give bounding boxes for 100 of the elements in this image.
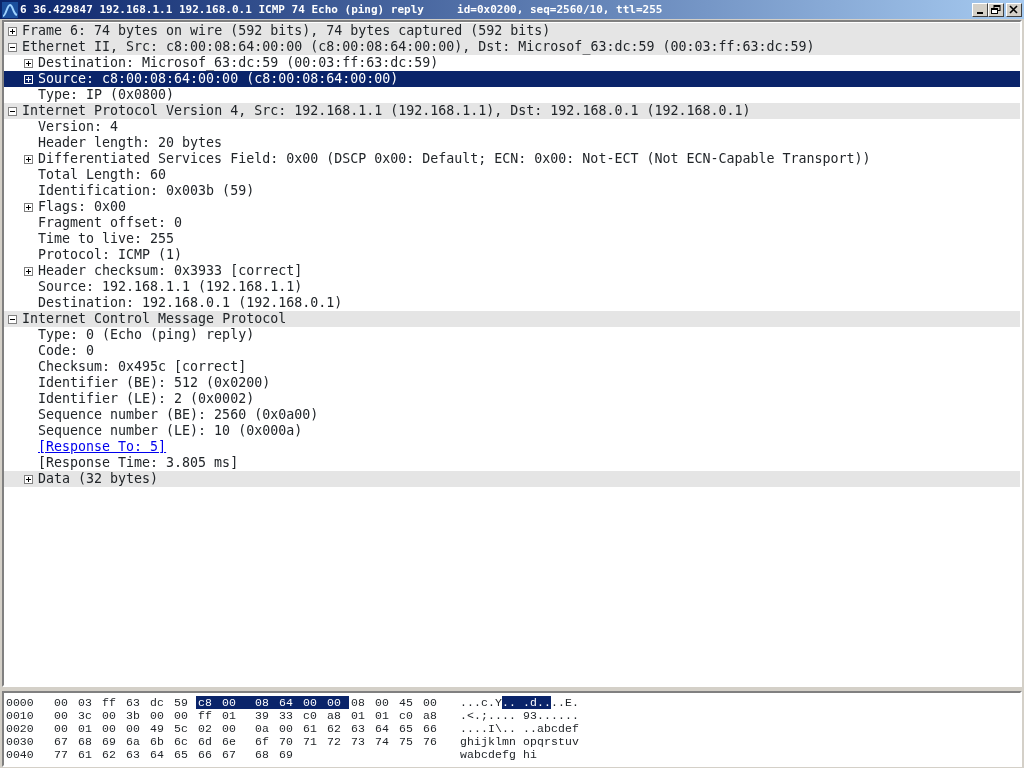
hex-byte[interactable]: 00 — [172, 709, 196, 722]
ascii-char[interactable]: d — [530, 696, 537, 709]
ascii-char[interactable]: E — [565, 696, 572, 709]
hex-byte[interactable]: 5c — [172, 722, 196, 735]
hex-byte[interactable]: 00 — [277, 722, 301, 735]
ascii-char[interactable]: . — [523, 696, 530, 709]
hex-byte[interactable]: 02 — [196, 722, 220, 735]
hex-byte[interactable]: 08 — [349, 696, 373, 709]
hex-byte[interactable]: 39 — [253, 709, 277, 722]
hex-byte[interactable]: 00 — [421, 696, 445, 709]
expand-icon[interactable] — [24, 474, 33, 484]
expand-icon[interactable] — [24, 202, 33, 212]
expand-icon[interactable] — [24, 58, 33, 68]
ascii-char[interactable]: q — [537, 735, 544, 748]
hex-byte[interactable]: 73 — [349, 735, 373, 748]
ascii-char[interactable]: . — [481, 722, 488, 735]
ascii-char[interactable]: s — [551, 735, 558, 748]
hex-byte[interactable]: c8 — [196, 696, 220, 709]
ascii-char[interactable]: c — [481, 696, 488, 709]
ascii-char[interactable]: \ — [495, 722, 502, 735]
ascii-char[interactable]: i — [474, 735, 481, 748]
hex-byte[interactable]: 00 — [124, 722, 148, 735]
ascii-char[interactable]: . — [502, 696, 509, 709]
hex-byte[interactable]: 66 — [196, 748, 220, 761]
hex-byte[interactable]: 69 — [277, 748, 301, 761]
expand-icon[interactable] — [24, 154, 33, 164]
ascii-char[interactable]: . — [558, 709, 565, 722]
hex-byte[interactable]: 00 — [52, 722, 76, 735]
hex-byte[interactable]: 66 — [421, 722, 445, 735]
hex-byte[interactable]: 64 — [373, 722, 397, 735]
hex-byte[interactable]: 00 — [301, 696, 325, 709]
ascii-char[interactable]: j — [481, 735, 488, 748]
hex-byte[interactable]: dc — [148, 696, 172, 709]
hex-byte[interactable]: 69 — [100, 735, 124, 748]
ascii-char[interactable]: r — [544, 735, 551, 748]
ascii-char[interactable]: ; — [481, 709, 488, 722]
hex-byte[interactable]: 6e — [220, 735, 253, 748]
hex-byte[interactable]: 74 — [373, 735, 397, 748]
hex-byte[interactable]: 62 — [100, 748, 124, 761]
ascii-char[interactable]: . — [495, 709, 502, 722]
ascii-char[interactable]: p — [530, 735, 537, 748]
hex-byte[interactable]: 68 — [253, 748, 277, 761]
hex-byte[interactable]: 61 — [301, 722, 325, 735]
ascii-char[interactable]: f — [572, 722, 579, 735]
protocol-row[interactable]: Internet Protocol Version 4, Src: 192.168.1.1 (192.168.1.1), Dst: 192.168.0.1 (192.168.0.1) — [4, 103, 1020, 119]
ascii-char[interactable]: . — [572, 696, 579, 709]
hex-byte[interactable]: 6d — [196, 735, 220, 748]
hex-byte[interactable]: 00 — [52, 709, 76, 722]
hex-byte[interactable]: 6b — [148, 735, 172, 748]
minimize-button[interactable] — [972, 2, 988, 17]
ascii-char[interactable]: . — [537, 709, 544, 722]
ascii-char[interactable]: d — [488, 748, 495, 761]
ascii-char[interactable]: n — [509, 735, 523, 748]
ascii-char[interactable]: . — [509, 709, 523, 722]
hex-byte[interactable]: c0 — [301, 709, 325, 722]
ascii-char[interactable]: . — [488, 709, 495, 722]
ascii-char[interactable]: . — [474, 709, 481, 722]
hex-byte[interactable]: 64 — [277, 696, 301, 709]
ascii-char[interactable]: 9 — [523, 709, 530, 722]
hex-byte[interactable]: 75 — [397, 735, 421, 748]
hex-byte[interactable]: 67 — [220, 748, 253, 761]
hex-byte[interactable]: 59 — [172, 696, 196, 709]
ascii-char[interactable]: . — [460, 722, 467, 735]
ascii-char[interactable]: . — [572, 709, 579, 722]
ascii-char[interactable]: . — [467, 696, 474, 709]
hex-byte[interactable]: 72 — [325, 735, 349, 748]
hex-byte[interactable]: ff — [100, 696, 124, 709]
hex-byte[interactable]: 61 — [76, 748, 100, 761]
protocol-row[interactable]: Frame 6: 74 bytes on wire (592 bits), 74 bytes captured (592 bits) — [4, 23, 1020, 39]
ascii-char[interactable]: f — [502, 748, 509, 761]
hex-byte[interactable]: 71 — [301, 735, 325, 748]
hex-byte[interactable]: 63 — [124, 748, 148, 761]
expand-icon[interactable] — [24, 266, 33, 276]
ascii-char[interactable]: u — [565, 735, 572, 748]
ascii-char[interactable]: . — [509, 696, 523, 709]
ascii-char[interactable]: l — [495, 735, 502, 748]
hex-byte[interactable]: 65 — [172, 748, 196, 761]
tree-row[interactable]: Source: c8:00:08:64:00:00 (c8:00:08:64:00:00) — [4, 71, 1020, 87]
hex-byte[interactable]: 01 — [349, 709, 373, 722]
hex-byte[interactable]: ff — [196, 709, 220, 722]
hex-byte[interactable]: 00 — [100, 709, 124, 722]
ascii-char[interactable]: . — [502, 709, 509, 722]
hex-byte[interactable]: 77 — [52, 748, 76, 761]
hex-byte[interactable]: 33 — [277, 709, 301, 722]
ascii-char[interactable]: e — [565, 722, 572, 735]
ascii-char[interactable]: g — [509, 748, 523, 761]
hex-byte[interactable]: 00 — [220, 722, 253, 735]
ascii-char[interactable]: I — [488, 722, 495, 735]
ascii-char[interactable]: c — [551, 722, 558, 735]
ascii-char[interactable]: . — [551, 696, 558, 709]
hex-byte[interactable]: 00 — [100, 722, 124, 735]
hex-byte[interactable]: a8 — [421, 709, 445, 722]
ascii-char[interactable]: a — [467, 748, 474, 761]
ascii-char[interactable]: v — [572, 735, 579, 748]
ascii-char[interactable]: a — [537, 722, 544, 735]
collapse-icon[interactable] — [8, 314, 17, 324]
ascii-char[interactable]: . — [488, 696, 495, 709]
ascii-char[interactable]: g — [460, 735, 467, 748]
ascii-char[interactable]: . — [565, 709, 572, 722]
restore-button[interactable] — [988, 2, 1004, 17]
